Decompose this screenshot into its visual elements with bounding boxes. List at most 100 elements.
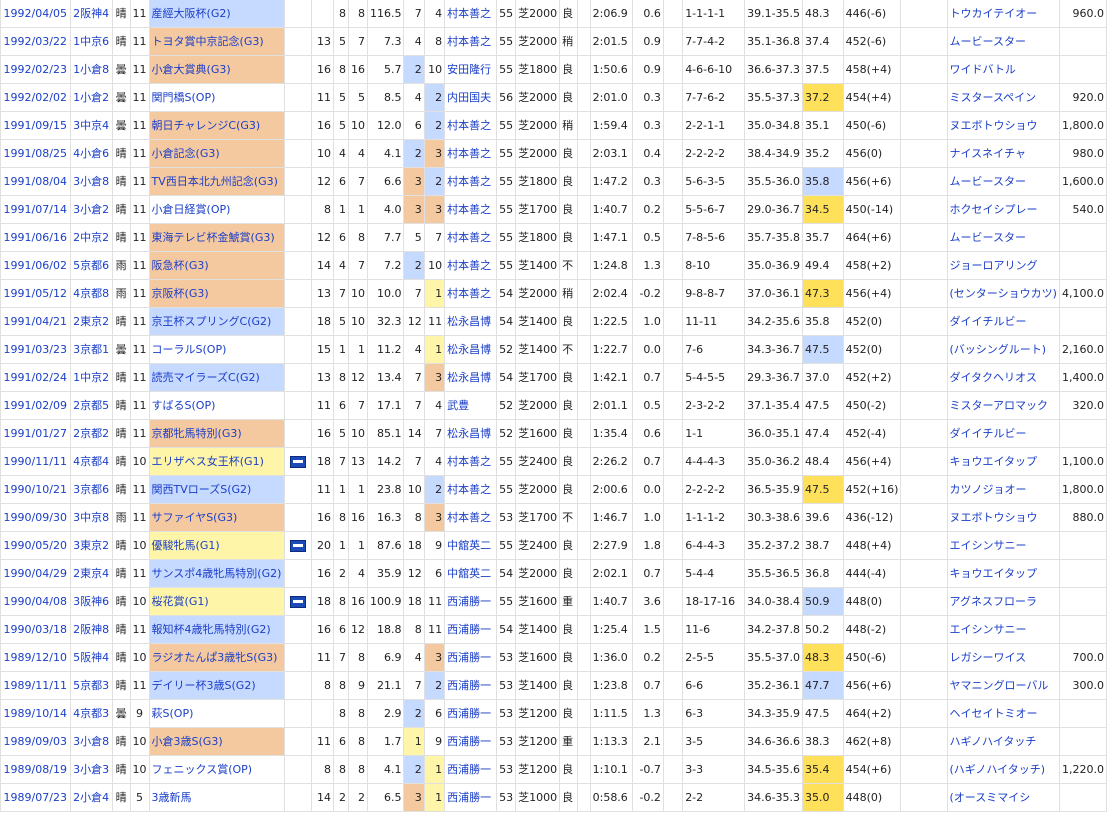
jockey-link[interactable]: 松永昌博: [444, 419, 498, 448]
jockey-anchor[interactable]: 村本善之: [447, 175, 491, 188]
jockey-link[interactable]: 村本善之: [444, 251, 498, 280]
race-name-anchor[interactable]: サファイヤS(G3): [152, 511, 238, 524]
venue-anchor[interactable]: 3小倉3: [73, 763, 109, 776]
date-link[interactable]: 1991/06/02: [0, 251, 71, 280]
venue-anchor[interactable]: 4京都8: [73, 287, 109, 300]
winner-anchor[interactable]: ヘイセイトミオー: [950, 707, 1038, 720]
venue-anchor[interactable]: 5阪神4: [73, 651, 109, 664]
venue-link[interactable]: 2東京2: [69, 307, 113, 336]
winner-link[interactable]: ダイイチルビー: [946, 307, 1060, 336]
venue-anchor[interactable]: 4京都3: [73, 707, 109, 720]
winner-anchor[interactable]: レガシーワイス: [950, 651, 1027, 664]
venue-anchor[interactable]: 2阪神4: [73, 7, 109, 20]
jockey-anchor[interactable]: 松永昌博: [447, 315, 491, 328]
race-name-anchor[interactable]: エリザベス女王杯(G1): [152, 455, 264, 468]
winner-anchor[interactable]: キョウエイタップ: [950, 567, 1038, 580]
jockey-anchor[interactable]: 西浦勝一: [447, 595, 491, 608]
venue-anchor[interactable]: 2阪神8: [73, 623, 109, 636]
venue-anchor[interactable]: 4小倉6: [73, 147, 109, 160]
venue-link[interactable]: 3京都6: [69, 475, 113, 504]
jockey-anchor[interactable]: 村本善之: [447, 35, 491, 48]
race-name-anchor[interactable]: 関西TVローズS(G2): [152, 483, 252, 496]
venue-link[interactable]: 3小倉8: [69, 167, 113, 196]
jockey-link[interactable]: 西浦勝一: [444, 671, 498, 700]
winner-anchor[interactable]: (ハギノハイタッチ): [950, 763, 1045, 776]
winner-anchor[interactable]: ダイタクヘリオス: [950, 371, 1038, 384]
winner-anchor[interactable]: カツノジョオー: [950, 483, 1027, 496]
jockey-link[interactable]: 西浦勝一: [444, 587, 498, 616]
winner-link[interactable]: ナイスネイチャ: [946, 139, 1060, 168]
date-anchor[interactable]: 1989/10/14: [4, 707, 67, 720]
venue-anchor[interactable]: 2京都5: [73, 399, 109, 412]
venue-link[interactable]: 2中京2: [69, 223, 113, 252]
date-link[interactable]: 1990/03/18: [0, 615, 71, 644]
jockey-link[interactable]: 西浦勝一: [444, 727, 498, 756]
race-name-anchor[interactable]: フェニックス賞(OP): [152, 763, 253, 776]
winner-anchor[interactable]: エイシンサニー: [950, 539, 1027, 552]
jockey-anchor[interactable]: 村本善之: [447, 7, 491, 20]
date-anchor[interactable]: 1991/06/02: [4, 259, 67, 272]
race-name-anchor[interactable]: 小倉3歳S(G3): [152, 735, 223, 748]
jockey-anchor[interactable]: 村本善之: [447, 455, 491, 468]
race-name-anchor[interactable]: 萩S(OP): [152, 707, 194, 720]
race-name-anchor[interactable]: ラジオたんぱ3歳牝S(G3): [152, 651, 278, 664]
date-link[interactable]: 1991/04/21: [0, 307, 71, 336]
winner-anchor[interactable]: ダイイチルビー: [950, 427, 1027, 440]
race-name-link[interactable]: 小倉大賞典(G3): [148, 55, 286, 84]
jockey-link[interactable]: 村本善之: [444, 503, 498, 532]
jockey-link[interactable]: 村本善之: [444, 279, 498, 308]
venue-link[interactable]: 1小倉8: [69, 55, 113, 84]
winner-link[interactable]: ワイドバトル: [946, 55, 1060, 84]
date-link[interactable]: 1991/05/12: [0, 279, 71, 308]
race-name-link[interactable]: フェニックス賞(OP): [148, 755, 286, 784]
winner-link[interactable]: ミスターアロマック: [946, 391, 1060, 420]
venue-anchor[interactable]: 2中京2: [73, 231, 109, 244]
venue-link[interactable]: 5阪神4: [69, 643, 113, 672]
race-name-link[interactable]: ラジオたんぱ3歳牝S(G3): [148, 643, 286, 672]
jockey-anchor[interactable]: 武豊: [447, 399, 469, 412]
race-name-anchor[interactable]: サンスポ4歳牝馬特別(G2): [152, 567, 282, 580]
winner-anchor[interactable]: ミスターアロマック: [950, 399, 1049, 412]
venue-link[interactable]: 1中京6: [69, 27, 113, 56]
winner-anchor[interactable]: ヌエボトウショウ: [950, 119, 1038, 132]
jockey-anchor[interactable]: 西浦勝一: [447, 707, 491, 720]
winner-anchor[interactable]: キョウエイタップ: [950, 455, 1038, 468]
venue-anchor[interactable]: 3東京2: [73, 539, 109, 552]
race-name-anchor[interactable]: 関門橋S(OP): [152, 91, 216, 104]
race-name-anchor[interactable]: 小倉日経賞(OP): [152, 203, 231, 216]
date-anchor[interactable]: 1992/02/23: [4, 63, 67, 76]
winner-link[interactable]: (センターショウカツ): [946, 279, 1060, 308]
race-name-link[interactable]: 小倉日経賞(OP): [148, 195, 286, 224]
race-name-link[interactable]: 優駿牝馬(G1): [148, 531, 286, 560]
jockey-anchor[interactable]: 村本善之: [447, 203, 491, 216]
venue-anchor[interactable]: 3小倉8: [73, 735, 109, 748]
race-name-link[interactable]: 読売マイラーズC(G2): [148, 363, 286, 392]
venue-link[interactable]: 3中京8: [69, 503, 113, 532]
venue-link[interactable]: 3東京2: [69, 531, 113, 560]
winner-anchor[interactable]: ダイイチルビー: [950, 315, 1027, 328]
race-name-anchor[interactable]: 優駿牝馬(G1): [152, 539, 220, 552]
date-anchor[interactable]: 1991/07/14: [4, 203, 67, 216]
jockey-anchor[interactable]: 松永昌博: [447, 371, 491, 384]
date-anchor[interactable]: 1991/05/12: [4, 287, 67, 300]
venue-link[interactable]: 2東京4: [69, 559, 113, 588]
venue-anchor[interactable]: 3京都1: [73, 343, 109, 356]
race-name-anchor[interactable]: TV西日本北九州記念(G3): [152, 175, 278, 188]
winner-link[interactable]: ダイイチルビー: [946, 419, 1060, 448]
race-name-link[interactable]: 産經大阪杯(G2): [148, 0, 286, 28]
race-name-anchor[interactable]: 阪急杯(G3): [152, 259, 209, 272]
date-link[interactable]: 1989/08/19: [0, 755, 71, 784]
winner-link[interactable]: ハギノハイタッチ: [946, 727, 1060, 756]
venue-anchor[interactable]: 1中京6: [73, 35, 109, 48]
date-link[interactable]: 1989/12/10: [0, 643, 71, 672]
venue-anchor[interactable]: 2東京4: [73, 567, 109, 580]
winner-link[interactable]: ヘイセイトミオー: [946, 699, 1060, 728]
date-anchor[interactable]: 1989/07/23: [4, 791, 67, 804]
date-anchor[interactable]: 1989/12/10: [4, 651, 67, 664]
jockey-link[interactable]: 安田隆行: [444, 55, 498, 84]
venue-anchor[interactable]: 3中京4: [73, 119, 109, 132]
date-link[interactable]: 1991/09/15: [0, 111, 71, 140]
date-link[interactable]: 1992/04/05: [0, 0, 71, 28]
race-name-link[interactable]: 京王杯スプリングC(G2): [148, 307, 286, 336]
winner-link[interactable]: アグネスフローラ: [946, 587, 1060, 616]
